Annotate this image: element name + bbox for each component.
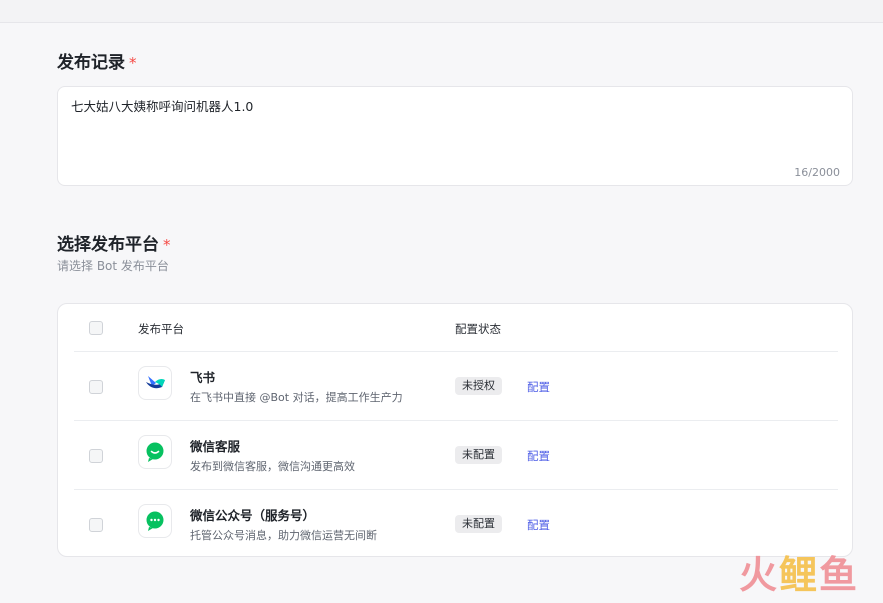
header-platform: 发布平台: [138, 322, 184, 336]
row-checkbox[interactable]: [89, 380, 103, 394]
configure-link[interactable]: 配置: [527, 379, 550, 395]
release-record-title: 发布记录 *: [57, 48, 137, 73]
platform-description: 在飞书中直接 @Bot 对话，提高工作生产力: [190, 391, 403, 404]
table-row-wechat-official: 微信公众号（服务号） 托管公众号消息，助力微信运营无间断 未配置 配置: [58, 490, 854, 558]
status-badge: 未配置: [455, 515, 502, 533]
watermark-char: 鲤: [778, 553, 819, 597]
required-mark: *: [129, 54, 137, 72]
required-mark: *: [163, 236, 171, 254]
select-all-checkbox[interactable]: [89, 321, 103, 335]
release-record-value: 七大姑八大姨称呼询问机器人1.0: [71, 99, 254, 114]
table-row-wechat-service: 微信客服 发布到微信客服，微信沟通更高效 未配置 配置: [58, 421, 854, 489]
status-badge: 未授权: [455, 377, 502, 395]
watermark-char: 鱼: [818, 553, 859, 597]
platform-section-title: 选择发布平台 *: [57, 230, 171, 255]
feishu-logo-icon: [138, 366, 172, 400]
platform-table: 发布平台 配置状态 飞书 在飞书中直接 @Bot 对话，提高工作生产力 未授权 …: [57, 303, 853, 557]
wechat-logo-icon: [138, 504, 172, 538]
platform-section-subtitle: 请选择 Bot 发布平台: [57, 259, 169, 273]
status-badge: 未配置: [455, 446, 502, 464]
header-status: 配置状态: [455, 322, 501, 336]
platform-description: 发布到微信客服，微信沟通更高效: [190, 460, 355, 473]
watermark-logo: 火鲤鱼: [739, 544, 859, 599]
platform-section-title-text: 选择发布平台: [57, 235, 159, 255]
configure-link[interactable]: 配置: [527, 448, 550, 464]
platform-description: 托管公众号消息，助力微信运营无间断: [190, 529, 377, 542]
configure-link[interactable]: 配置: [527, 517, 550, 533]
row-checkbox[interactable]: [89, 518, 103, 532]
release-record-title-text: 发布记录: [57, 53, 125, 73]
release-record-textarea[interactable]: 七大姑八大姨称呼询问机器人1.0 16/2000: [57, 86, 853, 186]
row-checkbox[interactable]: [89, 449, 103, 463]
top-bar: [0, 0, 883, 23]
table-row-feishu: 飞书 在飞书中直接 @Bot 对话，提高工作生产力 未授权 配置: [58, 352, 854, 420]
platform-name: 微信公众号（服务号）: [190, 508, 316, 523]
platform-name: 飞书: [190, 370, 216, 385]
char-count: 16/2000: [794, 166, 840, 179]
watermark-char: 火: [738, 553, 779, 597]
platform-name: 微信客服: [190, 439, 241, 454]
wechat-logo-icon: [138, 435, 172, 469]
